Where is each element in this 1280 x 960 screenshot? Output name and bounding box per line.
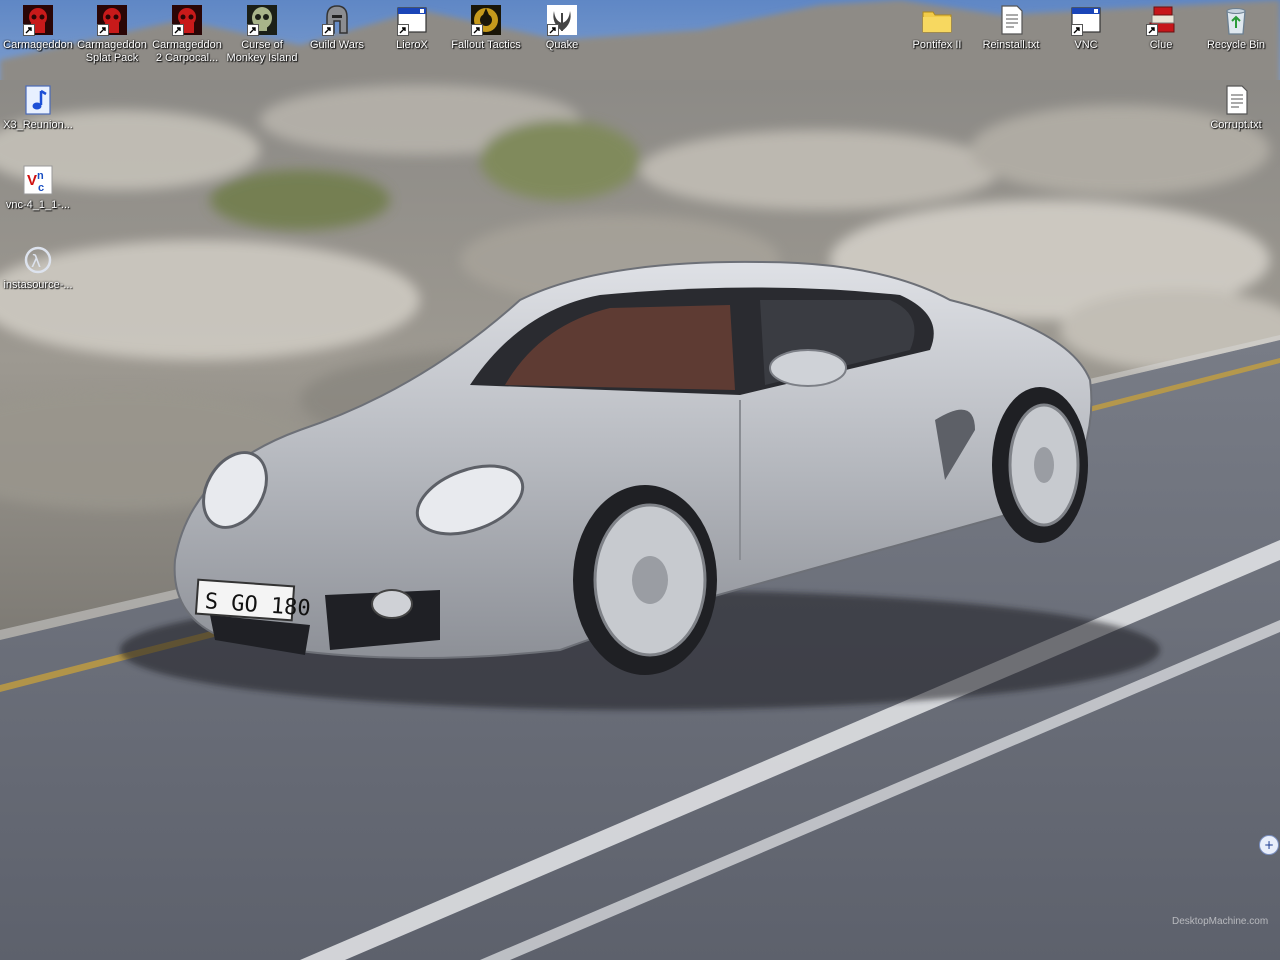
- desktop-icon-pontifex-ii[interactable]: Pontifex II: [899, 3, 975, 52]
- desktop-icon-label: Carmageddon 2 Carpocal...: [152, 39, 222, 64]
- desktop-icon-vnc-installer[interactable]: Vnc vnc-4_1_1-...: [0, 163, 76, 212]
- shortcut-arrow-icon: [547, 24, 559, 36]
- desktop-icon-label: Reinstall.txt: [982, 39, 1040, 51]
- window-icon: [1069, 3, 1103, 37]
- desktop-icon-label: LieroX: [396, 39, 428, 51]
- shortcut-arrow-icon: [247, 24, 259, 36]
- desktop-icon-label: Clue: [1149, 39, 1173, 51]
- svg-text:c: c: [38, 182, 44, 194]
- desktop-icon-curse-of-monkey-island[interactable]: Curse of Monkey Island: [224, 3, 300, 65]
- helmet-icon: [320, 3, 354, 37]
- skull-icon: [245, 3, 279, 37]
- carmageddon-icon: [21, 3, 55, 37]
- desktop-icon-lierox[interactable]: LieroX: [374, 3, 450, 52]
- desktop-icon-label: Fallout Tactics: [451, 39, 521, 51]
- text-file-icon: [994, 3, 1028, 37]
- desktop-icon-label: Pontifex II: [912, 39, 962, 51]
- folder-icon: [920, 3, 954, 37]
- desktop-icon-clue[interactable]: Clue: [1123, 3, 1199, 52]
- shortcut-arrow-icon: [1071, 24, 1083, 36]
- shortcut-arrow-icon: [322, 24, 334, 36]
- carmageddon-icon: [95, 3, 129, 37]
- desktop-icon-guild-wars[interactable]: Guild Wars: [299, 3, 375, 52]
- carmageddon-icon: [170, 3, 204, 37]
- window-icon: [395, 3, 429, 37]
- desktop-icon-corrupt-txt[interactable]: Corrupt.txt: [1198, 83, 1274, 132]
- books-icon: [1144, 3, 1178, 37]
- desktop-wallpaper: S GO 180: [0, 0, 1280, 960]
- text-file-icon: [1219, 83, 1253, 117]
- shortcut-arrow-icon: [23, 24, 35, 36]
- desktop-icon-carmageddon-splat-pack[interactable]: Carmageddon Splat Pack: [74, 3, 150, 65]
- desktop-icon-carmageddon-2[interactable]: Carmageddon 2 Carpocal...: [149, 3, 225, 65]
- desktop-icon-vnc[interactable]: VNC: [1048, 3, 1124, 52]
- shortcut-arrow-icon: [1146, 24, 1158, 36]
- desktop-icon-carmageddon[interactable]: Carmageddon: [0, 3, 76, 52]
- desktop-icon-label: Corrupt.txt: [1210, 119, 1262, 131]
- desktop-icon-instasource[interactable]: λ instasource-...: [0, 243, 76, 292]
- desktop-icon-label: vnc-4_1_1-...: [5, 199, 71, 211]
- desktop-icon-label: X3_Reunion...: [3, 119, 73, 131]
- music-file-icon: [21, 83, 55, 117]
- desktop-icon-quake[interactable]: Quake: [524, 3, 600, 52]
- svg-text:V: V: [27, 172, 37, 189]
- desktop-icon-label: instasource-...: [3, 279, 73, 291]
- half-life-icon: λ: [21, 243, 55, 277]
- desktop-icon-reinstall-txt[interactable]: Reinstall.txt: [973, 3, 1049, 52]
- quake-icon: [545, 3, 579, 37]
- show-hidden-icons-button[interactable]: +: [1259, 835, 1279, 855]
- desktop-icon-label: Quake: [545, 39, 579, 51]
- fallout-icon: [469, 3, 503, 37]
- shortcut-arrow-icon: [471, 24, 483, 36]
- desktop-icon-recycle-bin[interactable]: Recycle Bin: [1198, 3, 1274, 52]
- shortcut-arrow-icon: [397, 24, 409, 36]
- desktop-icon-label: Curse of Monkey Island: [226, 39, 298, 64]
- desktop-icon-label: VNC: [1074, 39, 1098, 51]
- svg-text:λ: λ: [31, 252, 41, 272]
- desktop-icon-label: Recycle Bin: [1206, 39, 1266, 51]
- desktop-icon-fallout-tactics[interactable]: Fallout Tactics: [448, 3, 524, 52]
- shortcut-arrow-icon: [172, 24, 184, 36]
- desktop-icon-label: Guild Wars: [310, 39, 364, 51]
- recycle-bin-icon: [1219, 3, 1253, 37]
- svg-text:n: n: [37, 170, 44, 182]
- desktop-icon-x3-reunion[interactable]: X3_Reunion...: [0, 83, 76, 132]
- desktop-icon-label: Carmageddon: [3, 39, 73, 51]
- shortcut-arrow-icon: [97, 24, 109, 36]
- vnc-installer-icon: Vnc: [21, 163, 55, 197]
- wallpaper-watermark: DesktopMachine.com: [1172, 916, 1269, 927]
- desktop-icon-label: Carmageddon Splat Pack: [77, 39, 147, 64]
